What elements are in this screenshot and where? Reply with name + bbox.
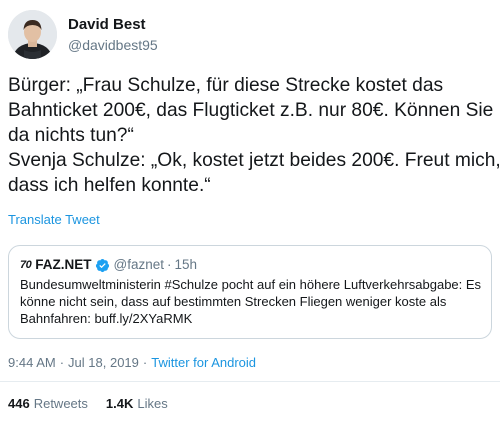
retweets-stat[interactable]: 446 Retweets <box>8 396 88 412</box>
tweet-text-line: Bürger: „Frau Schulze, für diese Strecke… <box>8 75 444 96</box>
tweet-time[interactable]: 9:44 AM <box>8 355 56 370</box>
retweets-count: 446 <box>8 396 30 411</box>
likes-label: Likes <box>137 396 168 411</box>
quoted-author-handle[interactable]: @faznet <box>114 256 164 274</box>
faz-logo-icon: 70 <box>20 259 32 271</box>
author-handle[interactable]: @davidbest95 <box>68 36 158 54</box>
likes-stat[interactable]: 1.4K Likes <box>106 396 168 412</box>
tweet-stats: 446 Retweets 1.4K Likes <box>8 396 186 412</box>
quoted-link[interactable]: buff.ly/2XYaRMK <box>94 311 192 326</box>
quoted-tweet-text: Bundesumweltministerin #Schulze pocht au… <box>20 276 482 327</box>
author-display-name[interactable]: David Best <box>68 16 146 34</box>
quoted-text-line: Bahnfahren: buff.ly/2XYaRMK <box>20 310 482 327</box>
meta-separator: · <box>59 355 65 370</box>
tweet-source-link[interactable]: Twitter for Android <box>151 355 256 370</box>
tweet-text-line: Bahnticket 200€, das Flugticket z.B. nur… <box>8 100 494 121</box>
tweet-meta: 9:44 AM · Jul 18, 2019 · Twitter for Android <box>8 355 256 371</box>
tweet-text-line: Svenja Schulze: „Ok, kostet jetzt beides… <box>8 150 500 171</box>
divider <box>0 381 500 382</box>
quoted-tweet-header: 70 FAZ.NET @faznet · 15h <box>20 256 197 274</box>
avatar-photo-icon <box>8 10 57 59</box>
tweet-text: Bürger: „Frau Schulze, für diese Strecke… <box>8 73 500 198</box>
likes-count: 1.4K <box>105 396 134 411</box>
quoted-author-name[interactable]: FAZ.NET <box>35 256 91 274</box>
quoted-text-line-prefix: Bahnfahren: <box>20 311 95 326</box>
quoted-timestamp[interactable]: 15h <box>174 256 197 274</box>
meta-separator: · <box>142 355 148 370</box>
tweet-date[interactable]: Jul 18, 2019 <box>68 355 139 370</box>
tweet-text-line: da nichts tun?“ <box>8 125 134 146</box>
quoted-text-line: könne nicht sein, dass auf bestimmten St… <box>20 294 447 309</box>
tweet-text-line: dass ich helfen konnte.“ <box>8 175 211 196</box>
retweets-label: Retweets <box>33 396 88 411</box>
tweet-card: David Best @davidbest95 Bürger: „Frau Sc… <box>0 0 500 422</box>
avatar[interactable] <box>8 10 57 59</box>
quoted-text-line: Bundesumweltministerin #Schulze pocht au… <box>20 277 482 292</box>
quoted-separator: · <box>166 257 172 272</box>
translate-tweet-link[interactable]: Translate Tweet <box>8 212 100 228</box>
verified-badge-icon <box>95 258 110 273</box>
quoted-tweet[interactable]: 70 FAZ.NET @faznet · 15h Bundesumweltmin… <box>8 245 492 339</box>
